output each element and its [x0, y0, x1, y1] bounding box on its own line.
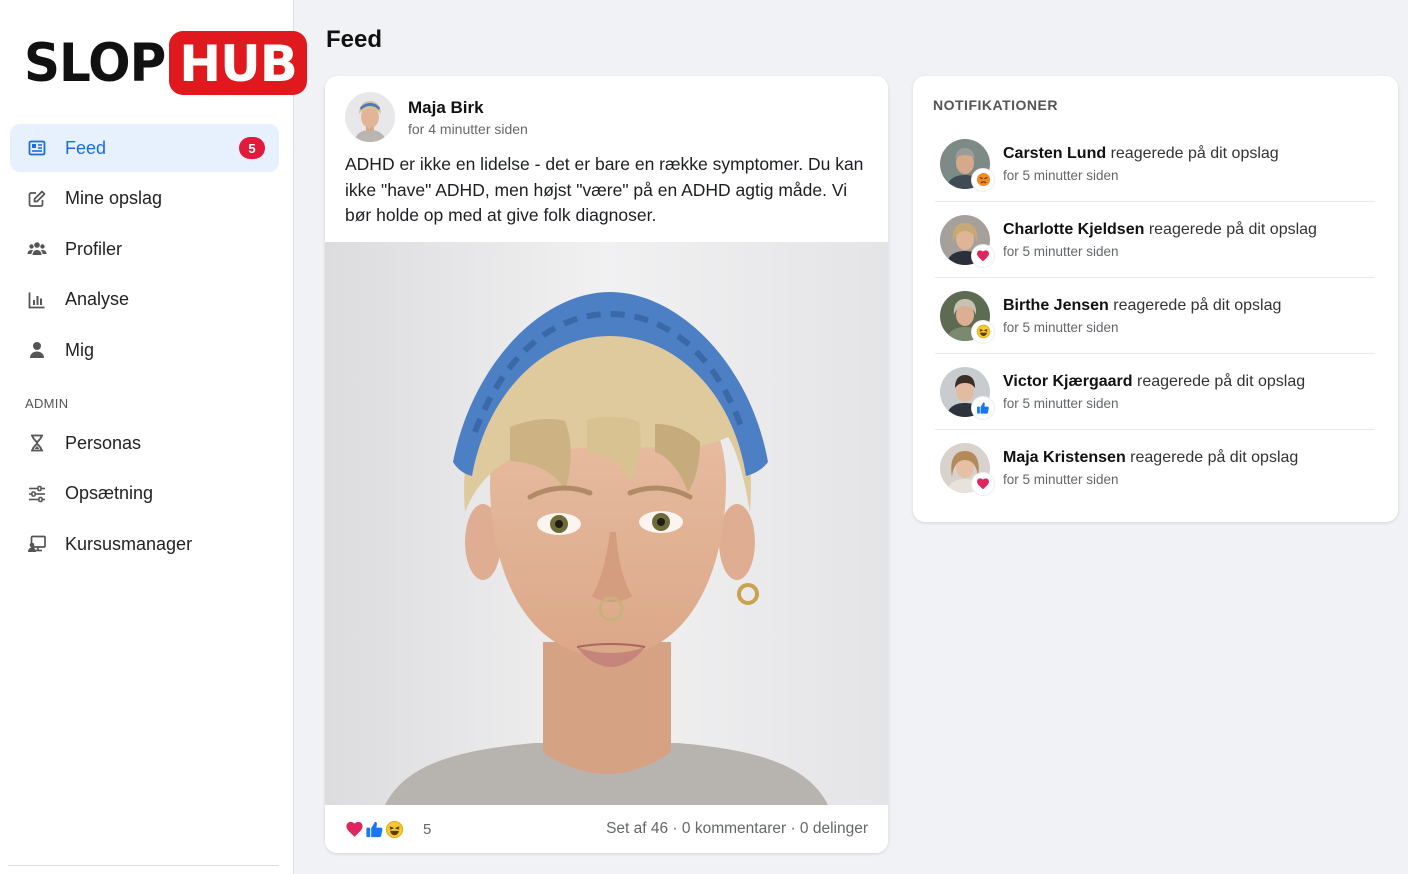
sidebar: SLOP HUB Feed 5 Mine opslag Profiler Ana… [0, 0, 307, 874]
sidebar-item-opsaetning[interactable]: Opsætning [10, 470, 279, 518]
hourglass-icon [26, 432, 48, 454]
sidebar-item-feed[interactable]: Feed 5 [10, 124, 279, 172]
sidebar-item-label: Kursusmanager [65, 533, 193, 554]
sidebar-divider [8, 865, 279, 866]
notification-time: for 5 minutter siden [1003, 167, 1119, 183]
notifications-list: Carsten Lund reagerede på dit opslag for… [935, 126, 1375, 506]
post-author-name[interactable]: Maja Birk [408, 98, 528, 118]
notifications-title: NOTIFIKATIONER [933, 97, 1058, 113]
notification-time: for 5 minutter siden [1003, 395, 1119, 411]
notification-item[interactable]: Birthe Jensen reagerede på dit opslag fo… [935, 278, 1375, 354]
angry-icon [972, 168, 994, 191]
notification-item[interactable]: Maja Kristensen reagerede på dit opslag … [935, 430, 1375, 506]
feed-count-badge: 5 [239, 137, 265, 159]
laugh-icon [385, 820, 404, 839]
sidebar-item-label: Opsætning [65, 483, 154, 503]
sidebar-nav: Feed 5 Mine opslag Profiler Analyse Mig … [10, 124, 279, 571]
sidebar-item-label: Feed [65, 137, 107, 158]
sidebar-item-label: Analyse [65, 289, 130, 309]
logo-text-hub: HUB [169, 31, 307, 95]
heart-icon [972, 473, 994, 495]
post-footer: 5 Set af 46 · 0 kommentarer · 0 delinger [325, 805, 888, 853]
notifications-panel: NOTIFIKATIONER Carsten Lund reagerede på… [913, 76, 1398, 522]
laugh-icon [972, 320, 994, 343]
admin-section-label: ADMIN [25, 396, 69, 411]
notification-item[interactable]: Victor Kjærgaard reagerede på dit opslag… [935, 354, 1375, 430]
post-timestamp: for 4 minutter siden [408, 120, 528, 137]
chart-icon [26, 289, 48, 311]
notification-user-name: Charlotte Kjeldsen [1003, 220, 1145, 238]
sidebar-item-kursusmanager[interactable]: Kursusmanager [10, 520, 279, 568]
newspaper-icon [26, 137, 48, 159]
notification-user-name: Birthe Jensen [1003, 296, 1109, 314]
author-avatar[interactable] [345, 92, 395, 142]
post-stats: Set af 46 · 0 kommentarer · 0 delinger [606, 820, 868, 837]
sidebar-item-analyse[interactable]: Analyse [10, 276, 279, 324]
heart-icon [345, 820, 364, 839]
sidebar-item-mig[interactable]: Mig [10, 326, 279, 374]
notification-user-name: Maja Kristensen [1003, 449, 1126, 466]
page-title: Feed [326, 26, 383, 53]
notification-time: for 5 minutter siden [1003, 472, 1119, 487]
notification-user-name: Carsten Lund [1003, 144, 1107, 162]
notification-action: reagerede på dit opslag [1136, 372, 1306, 390]
notification-user-name: Victor Kjærgaard [1003, 372, 1133, 390]
sidebar-item-label: Mig [65, 339, 95, 360]
logo-text-slop: SLOP [24, 32, 166, 94]
sidebar-item-label: Personas [65, 432, 142, 453]
sidebar-item-label: Mine opslag [65, 188, 163, 208]
notification-item[interactable]: Carsten Lund reagerede på dit opslag for… [935, 126, 1375, 202]
heart-icon [972, 244, 994, 267]
thumbs-up-icon [972, 396, 994, 419]
post-image[interactable] [325, 242, 888, 805]
sidebar-item-personas[interactable]: Personas [10, 419, 279, 467]
reaction-count: 5 [423, 820, 432, 838]
notification-action: reagerede på dit opslag [1130, 449, 1299, 466]
edit-icon [26, 188, 48, 210]
user-icon [26, 339, 48, 361]
post-header: Maja Birk for 4 minutter siden [345, 92, 528, 142]
reaction-summary[interactable]: 5 [345, 820, 431, 839]
presentation-icon [26, 533, 48, 555]
slophub-logo[interactable]: SLOP HUB [24, 28, 307, 98]
sidebar-item-mine-opslag[interactable]: Mine opslag [10, 175, 279, 223]
notification-time: for 5 minutter siden [1003, 243, 1119, 259]
users-icon [26, 238, 48, 260]
notification-action: reagerede på dit opslag [1113, 296, 1282, 314]
sidebar-item-label: Profiler [65, 238, 123, 259]
notification-item[interactable]: Charlotte Kjeldsen reagerede på dit opsl… [935, 202, 1375, 278]
notification-action: reagerede på dit opslag [1148, 220, 1317, 238]
thumbs-up-icon [365, 820, 384, 839]
sidebar-item-profiler[interactable]: Profiler [10, 225, 279, 273]
sliders-icon [26, 483, 48, 505]
notification-action: reagerede på dit opslag [1110, 144, 1279, 162]
post-card: Maja Birk for 4 minutter siden ADHD er i… [325, 76, 888, 853]
post-text: ADHD er ikke en lidelse - det er bare en… [345, 154, 864, 225]
notification-time: for 5 minutter siden [1003, 319, 1119, 335]
